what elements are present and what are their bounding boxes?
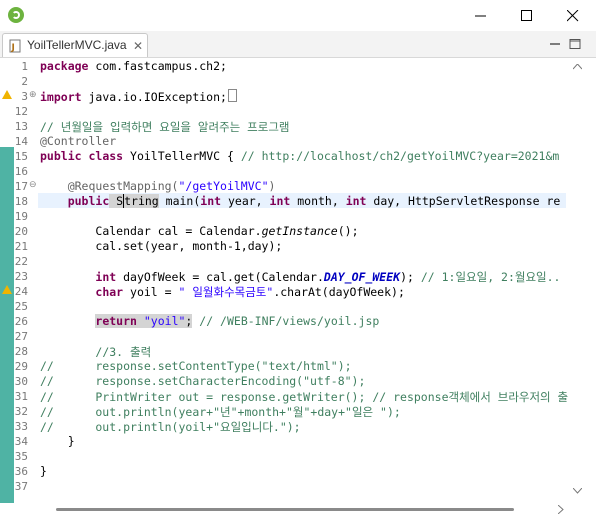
line-number: 20	[14, 225, 28, 238]
line-number: 23	[14, 270, 28, 283]
quick-diff-bar	[0, 147, 14, 503]
minimize-button[interactable]	[458, 0, 504, 31]
fold-collapse-icon[interactable]: ⊖	[29, 179, 37, 190]
code-line: // response.setCharacterEncoding("utf-8"…	[40, 374, 366, 388]
folded-imports-box-icon	[227, 89, 237, 102]
line-number: 35	[14, 450, 28, 463]
code-line: int dayOfWeek = cal.get(Calendar.DAY_OF_…	[95, 270, 561, 284]
line-number: 25	[14, 300, 28, 313]
line-number: 34	[14, 435, 28, 448]
line-number: 33	[14, 420, 28, 433]
close-icon	[567, 10, 579, 22]
line-number: 21	[14, 240, 28, 253]
code-line: @RequestMapping("/getYoilMVC")	[67, 179, 276, 193]
maximize-button[interactable]	[504, 0, 550, 31]
line-number: 29	[14, 360, 28, 373]
fold-expand-icon[interactable]: ⊕	[29, 89, 37, 100]
scroll-up-icon[interactable]	[573, 64, 582, 70]
line-number: 14	[14, 135, 28, 148]
spring-leaf-icon	[8, 7, 24, 23]
line-number: 17	[14, 180, 28, 193]
line-number: 36	[14, 465, 28, 478]
code-line: package com.fastcampus.ch2;	[40, 59, 227, 73]
line-number: 1	[21, 60, 28, 73]
line-number: 24	[14, 285, 28, 298]
code-line: // 년월일을 입력하면 요일을 알려주는 프로그램	[40, 120, 290, 134]
vertical-scrollbar[interactable]	[566, 58, 596, 498]
code-editor[interactable]: ⊕ ⊖ 1 2 3 12 13 14 15 16 17 18 19 20 21 …	[0, 58, 596, 519]
code-line: // response.setContentType("text/html");	[40, 359, 352, 373]
title-bar	[0, 0, 596, 31]
tab-yoiltellermvc[interactable]: J YoilTellerMVC.java ✕	[2, 33, 148, 57]
line-number: 26	[14, 315, 28, 328]
line-number: 37	[14, 480, 28, 493]
code-line: // PrintWriter out = response.getWriter(…	[40, 390, 568, 404]
editor-tab-bar: J YoilTellerMVC.java ✕	[0, 31, 596, 58]
line-number: 19	[14, 210, 28, 223]
maximize-icon	[521, 10, 532, 21]
view-minimize-icon[interactable]	[548, 38, 562, 50]
line-number: 18	[14, 195, 28, 208]
horizontal-scrollbar[interactable]	[38, 501, 568, 518]
code-line: // out.println(year+"년"+month+"월"+day+"일…	[40, 405, 401, 419]
line-number: 27	[14, 330, 28, 343]
line-number: 3	[21, 90, 28, 103]
line-number: 28	[14, 345, 28, 358]
code-line: @Controller	[40, 134, 117, 148]
code-line: char yoil = " 일월화수목금토".charAt(dayOfWeek)…	[95, 285, 405, 299]
tab-label: YoilTellerMVC.java	[27, 38, 127, 52]
warning-icon	[2, 90, 12, 99]
line-number: 22	[14, 255, 28, 268]
code-text-area[interactable]: package com.fastcampus.ch2; import java.…	[38, 58, 568, 498]
line-number: 13	[14, 120, 28, 133]
code-line: //3. 출력	[95, 345, 152, 359]
line-number: 2	[21, 75, 28, 88]
warning-icon	[2, 285, 12, 294]
tab-close-icon[interactable]: ✕	[133, 39, 143, 53]
code-line: return "yoil"; // /WEB-INF/views/yoil.js…	[95, 314, 380, 328]
close-button[interactable]	[550, 0, 596, 31]
line-number: 30	[14, 375, 28, 388]
line-number: 16	[14, 165, 28, 178]
svg-text:J: J	[11, 43, 15, 53]
scroll-right-icon[interactable]	[558, 505, 564, 514]
line-number: 32	[14, 405, 28, 418]
scroll-down-icon[interactable]	[573, 488, 582, 494]
code-line: }	[40, 464, 47, 478]
horizontal-scroll-thumb[interactable]	[56, 508, 514, 511]
code-line: public class YoilTellerMVC { // http://l…	[40, 149, 560, 163]
code-line: cal.set(year, month-1,day);	[95, 239, 283, 253]
view-maximize-icon[interactable]	[568, 38, 582, 50]
minimize-icon	[475, 15, 486, 17]
line-number: 15	[14, 150, 28, 163]
code-line: import java.io.IOException;	[40, 89, 237, 104]
java-file-icon: J	[9, 39, 21, 53]
code-line: public String main(int year, int month, …	[67, 194, 561, 208]
code-line: }	[67, 434, 75, 448]
line-number: 31	[14, 390, 28, 403]
code-line: // out.println(yoil+"요일입니다.");	[40, 420, 301, 434]
line-number: 12	[14, 105, 28, 118]
code-line: Calendar cal = Calendar.getInstance();	[95, 224, 359, 238]
